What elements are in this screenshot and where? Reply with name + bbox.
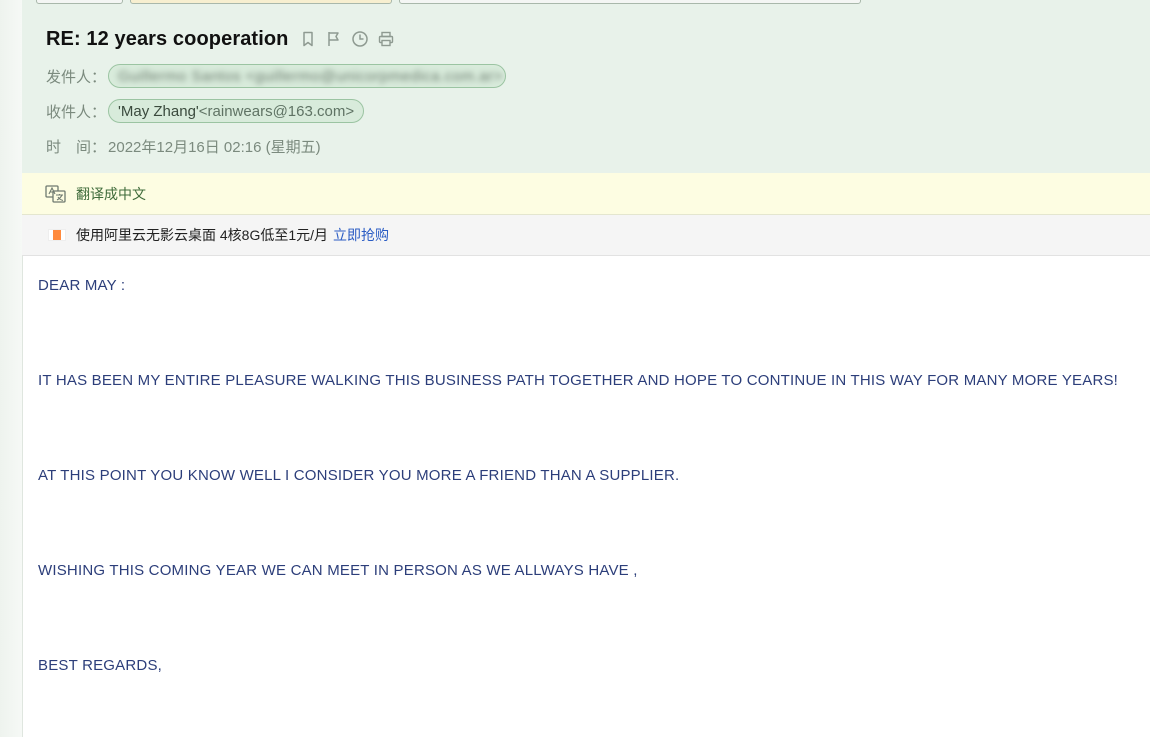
- body-paragraph: AT THIS POINT YOU KNOW WELL I CONSIDER Y…: [38, 467, 680, 484]
- mail-header: RE: 12 years cooperation 发件人： Guillermo …: [22, 6, 1150, 174]
- recipient-name: 'May Zhang': [118, 102, 199, 120]
- translate-bar[interactable]: 翻译成中文: [22, 173, 1150, 215]
- toolbar-button[interactable]: [130, 0, 392, 4]
- ad-icon: [48, 229, 66, 241]
- sender-value: Guillermo Santos <guillermo@unicorpmedic…: [118, 67, 503, 85]
- recipient-address: <rainwears@163.com>: [198, 102, 355, 120]
- from-label: 发件人：: [46, 68, 107, 86]
- body-paragraph: BEST REGARDS,: [38, 657, 163, 674]
- body-paragraph: IT HAS BEEN MY ENTIRE PLEASURE WALKING T…: [38, 372, 1119, 389]
- left-rail: [0, 0, 23, 737]
- sender-chip[interactable]: Guillermo Santos <guillermo@unicorpmedic…: [108, 64, 507, 88]
- time-label: 时 间：: [46, 139, 107, 156]
- clock-icon[interactable]: [351, 30, 369, 48]
- translate-label[interactable]: 翻译成中文: [76, 184, 146, 204]
- to-row: 收件人： 'May Zhang' <rainwears@163.com>: [46, 99, 365, 123]
- body-paragraph: DEAR MAY :: [38, 277, 126, 294]
- recipient-chip[interactable]: 'May Zhang' <rainwears@163.com>: [108, 99, 365, 123]
- ad-text: 使用阿里云无影云桌面 4核8G低至1元/月: [76, 227, 329, 243]
- toolbar-button[interactable]: [399, 0, 861, 4]
- bookmark-icon[interactable]: [299, 30, 317, 48]
- toolbar-button[interactable]: [36, 0, 123, 4]
- ad-bar: 使用阿里云无影云桌面 4核8G低至1元/月 立即抢购: [22, 215, 1150, 256]
- time-value: 2022年12月16日 02:16 (星期五): [108, 139, 321, 156]
- print-icon[interactable]: [377, 30, 395, 48]
- from-row: 发件人： Guillermo Santos <guillermo@unicorp…: [46, 64, 507, 88]
- to-label: 收件人：: [46, 103, 107, 121]
- mail-reader: RE: 12 years cooperation 发件人： Guillermo …: [0, 0, 1150, 737]
- mail-subject: RE: 12 years cooperation: [46, 28, 289, 50]
- translate-icon[interactable]: [45, 184, 67, 204]
- ad-link[interactable]: 立即抢购: [333, 225, 389, 245]
- flag-icon[interactable]: [325, 30, 343, 48]
- body-paragraph: WISHING THIS COMING YEAR WE CAN MEET IN …: [38, 562, 638, 579]
- header-actions: [299, 30, 395, 48]
- time-row: 时 间： 2022年12月16日 02:16 (星期五): [46, 136, 321, 157]
